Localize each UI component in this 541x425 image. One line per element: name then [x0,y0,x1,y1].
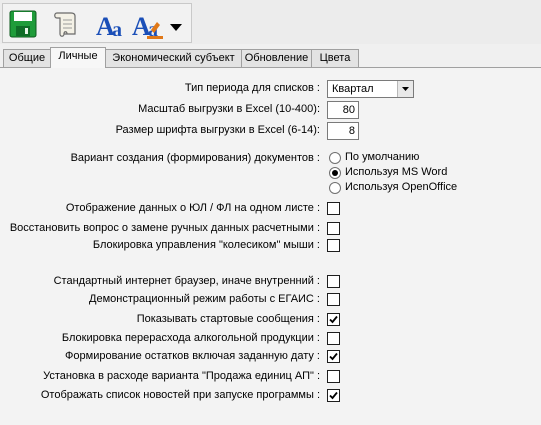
period-type-label: Тип периода для списков : [184,82,320,94]
font-menu-dropdown[interactable] [166,8,188,40]
scroll-icon [54,12,76,37]
save-icon [9,10,37,38]
period-type-value: Квартал [332,83,374,95]
excel-font-size-label: Размер шрифта выгрузки в Excel (6-14): [115,124,320,136]
tab-personal[interactable]: Личные [50,47,106,68]
ap-sale-checkbox[interactable] [327,370,340,383]
font-color-icon: A a [132,12,163,40]
svg-text:a: a [112,19,122,40]
tab-economic-entity[interactable]: Экономический субъект [105,49,242,67]
stock-date-label: Формирование остатков включая заданную д… [65,350,320,362]
startup-messages-checkbox[interactable] [327,313,340,326]
font-style-button[interactable]: A a [95,8,129,40]
excel-font-size-value: 8 [348,125,355,137]
alcohol-overuse-label: Блокировка перерасхода алкогольной проду… [61,332,320,344]
wheel-lock-label: Блокировка управления "колесиком" мыши : [92,239,320,251]
startup-messages-label: Показывать стартовые сообщения : [136,313,320,325]
excel-font-size-input[interactable]: 8 [327,122,359,140]
restore-question-checkbox[interactable] [327,222,340,235]
restore-question-label: Восстановить вопрос о замене ручных данн… [9,222,320,234]
excel-scale-value: 80 [342,104,355,116]
font-style-icon: A a [96,12,122,40]
checkmark-icon [329,391,338,400]
tab-colors[interactable]: Цвета [311,49,359,67]
checkmark-icon [329,315,338,324]
excel-scale-label: Масштаб выгрузки в Excel (10-400): [138,103,320,115]
browser-label: Стандартный интернет браузер, иначе внут… [53,275,320,287]
browser-checkbox[interactable] [327,275,340,288]
scroll-button[interactable] [48,8,82,40]
ap-sale-label: Установка в расходе варианта "Продажа ед… [43,370,320,382]
doc-variant-label: Вариант создания (формирования) документ… [70,152,320,164]
one-sheet-checkbox[interactable] [327,202,340,215]
egais-demo-label: Демонстрационный режим работы с ЕГАИС : [89,293,320,305]
checkmark-icon [329,352,338,361]
egais-demo-checkbox[interactable] [327,293,340,306]
one-sheet-label: Отображение данных о ЮЛ / ФЛ на одном ли… [65,202,320,214]
radio-label: По умолчанию [345,151,420,163]
stock-date-checkbox[interactable] [327,350,340,363]
news-on-start-label: Отображать список новостей при запуске п… [40,389,320,401]
alcohol-overuse-checkbox[interactable] [327,332,340,345]
excel-scale-input[interactable]: 80 [327,101,359,119]
radio-button[interactable] [329,152,341,164]
dropdown-arrow-icon [170,24,182,31]
radio-selected-dot [332,170,338,176]
news-on-start-checkbox[interactable] [327,389,340,402]
radio-label: Используя OpenOffice [345,181,458,193]
radio-button[interactable] [329,167,341,179]
period-type-select[interactable]: Квартал [327,80,414,98]
toolbar: A a A a [0,0,541,44]
radio-button[interactable] [329,182,341,194]
wheel-lock-checkbox[interactable] [327,239,340,252]
tab-update[interactable]: Обновление [241,49,312,67]
toolbar-frame: A a A a [2,3,192,43]
save-button[interactable] [6,8,40,40]
radio-label: Используя MS Word [345,166,448,178]
font-color-button[interactable]: A a [131,8,165,40]
tab-general[interactable]: Общие [3,49,51,67]
chevron-down-icon[interactable] [397,81,413,97]
